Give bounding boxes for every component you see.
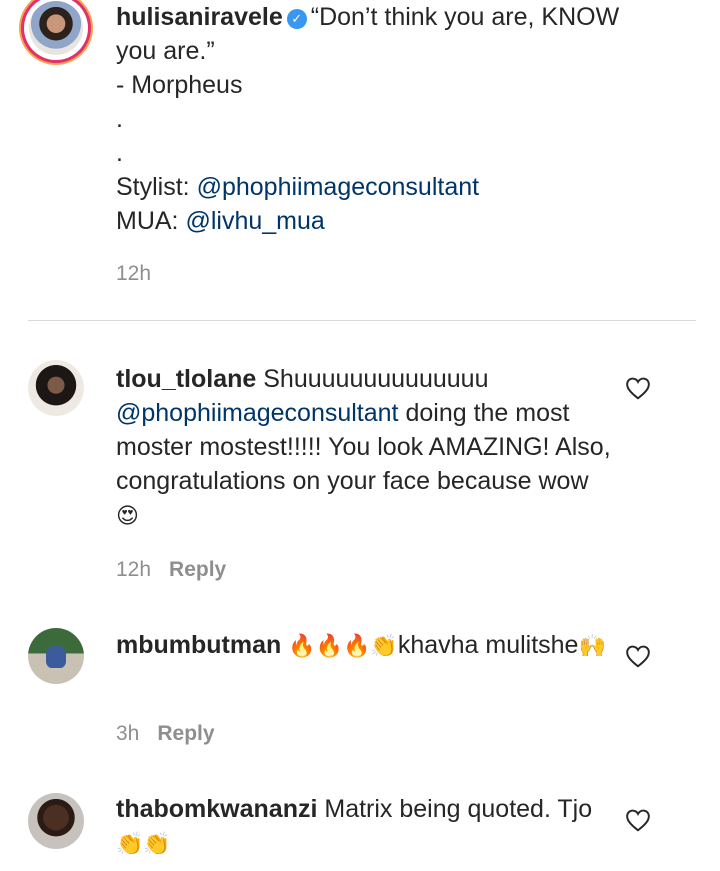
reply-button[interactable]: Reply bbox=[169, 558, 226, 581]
stylist-label: Stylist: bbox=[116, 173, 197, 201]
mua-mention-link[interactable]: @livhu_mua bbox=[185, 207, 324, 235]
post-author-username[interactable]: hulisaniravele bbox=[116, 3, 283, 31]
post-caption: hulisaniravele ✓ “Don’t think you are, KNO… bbox=[116, 0, 656, 238]
commenter-avatar[interactable] bbox=[28, 793, 84, 849]
commenter-username[interactable]: thabomkwananzi bbox=[116, 795, 317, 823]
post-timestamp: 12h bbox=[116, 262, 151, 286]
comment-time: 3h bbox=[116, 722, 140, 745]
comment-text: thabomkwananzi Matrix being quoted. Tjo … bbox=[116, 792, 596, 862]
comment-mention-link[interactable]: @phophiimageconsultant bbox=[116, 399, 399, 427]
caption-dot: . bbox=[116, 105, 123, 133]
caption-dot: . bbox=[116, 139, 123, 167]
commenter-avatar[interactable] bbox=[28, 360, 84, 416]
caption-attribution: - Morpheus bbox=[116, 71, 243, 99]
commenter-username[interactable]: mbumbutman bbox=[116, 631, 281, 659]
heart-outline-icon[interactable] bbox=[625, 644, 651, 668]
comment-meta: 12h Reply bbox=[116, 558, 226, 582]
comment-text: tlou_tlolane Shuuuuuuuuuuuuuu @phophiima… bbox=[116, 362, 616, 534]
comment-time: 12h bbox=[116, 558, 152, 581]
heart-outline-icon[interactable] bbox=[625, 376, 651, 400]
comment-body: khavha mulitshe bbox=[397, 631, 579, 659]
heart-outline-icon[interactable] bbox=[625, 808, 651, 832]
comment-text: mbumbutman 🔥🔥🔥👏khavha mulitshe🙌 bbox=[116, 628, 616, 664]
stylist-mention-link[interactable]: @phophiimageconsultant bbox=[197, 173, 480, 201]
heart-eyes-emoji: 😍 bbox=[116, 504, 139, 529]
caption-divider bbox=[28, 320, 696, 321]
commenter-avatar[interactable] bbox=[28, 628, 84, 684]
mua-label: MUA: bbox=[116, 207, 186, 235]
post-time: 12h bbox=[116, 262, 152, 285]
verified-badge-icon: ✓ bbox=[286, 9, 307, 29]
commenter-username[interactable]: tlou_tlolane bbox=[116, 365, 256, 393]
post-author-avatar[interactable] bbox=[24, 0, 88, 60]
raised-hands-emoji: 🙌 bbox=[578, 634, 606, 659]
clapping-hands-emoji: 👏👏 bbox=[116, 832, 171, 857]
comment-meta: 3h Reply bbox=[116, 722, 215, 746]
comment-body: Shuuuuuuuuuuuuuu bbox=[263, 365, 489, 393]
fire-clap-emoji: 🔥🔥🔥👏 bbox=[288, 634, 398, 659]
comment-body: Matrix being quoted. Tjo bbox=[324, 795, 593, 823]
reply-button[interactable]: Reply bbox=[157, 722, 214, 745]
